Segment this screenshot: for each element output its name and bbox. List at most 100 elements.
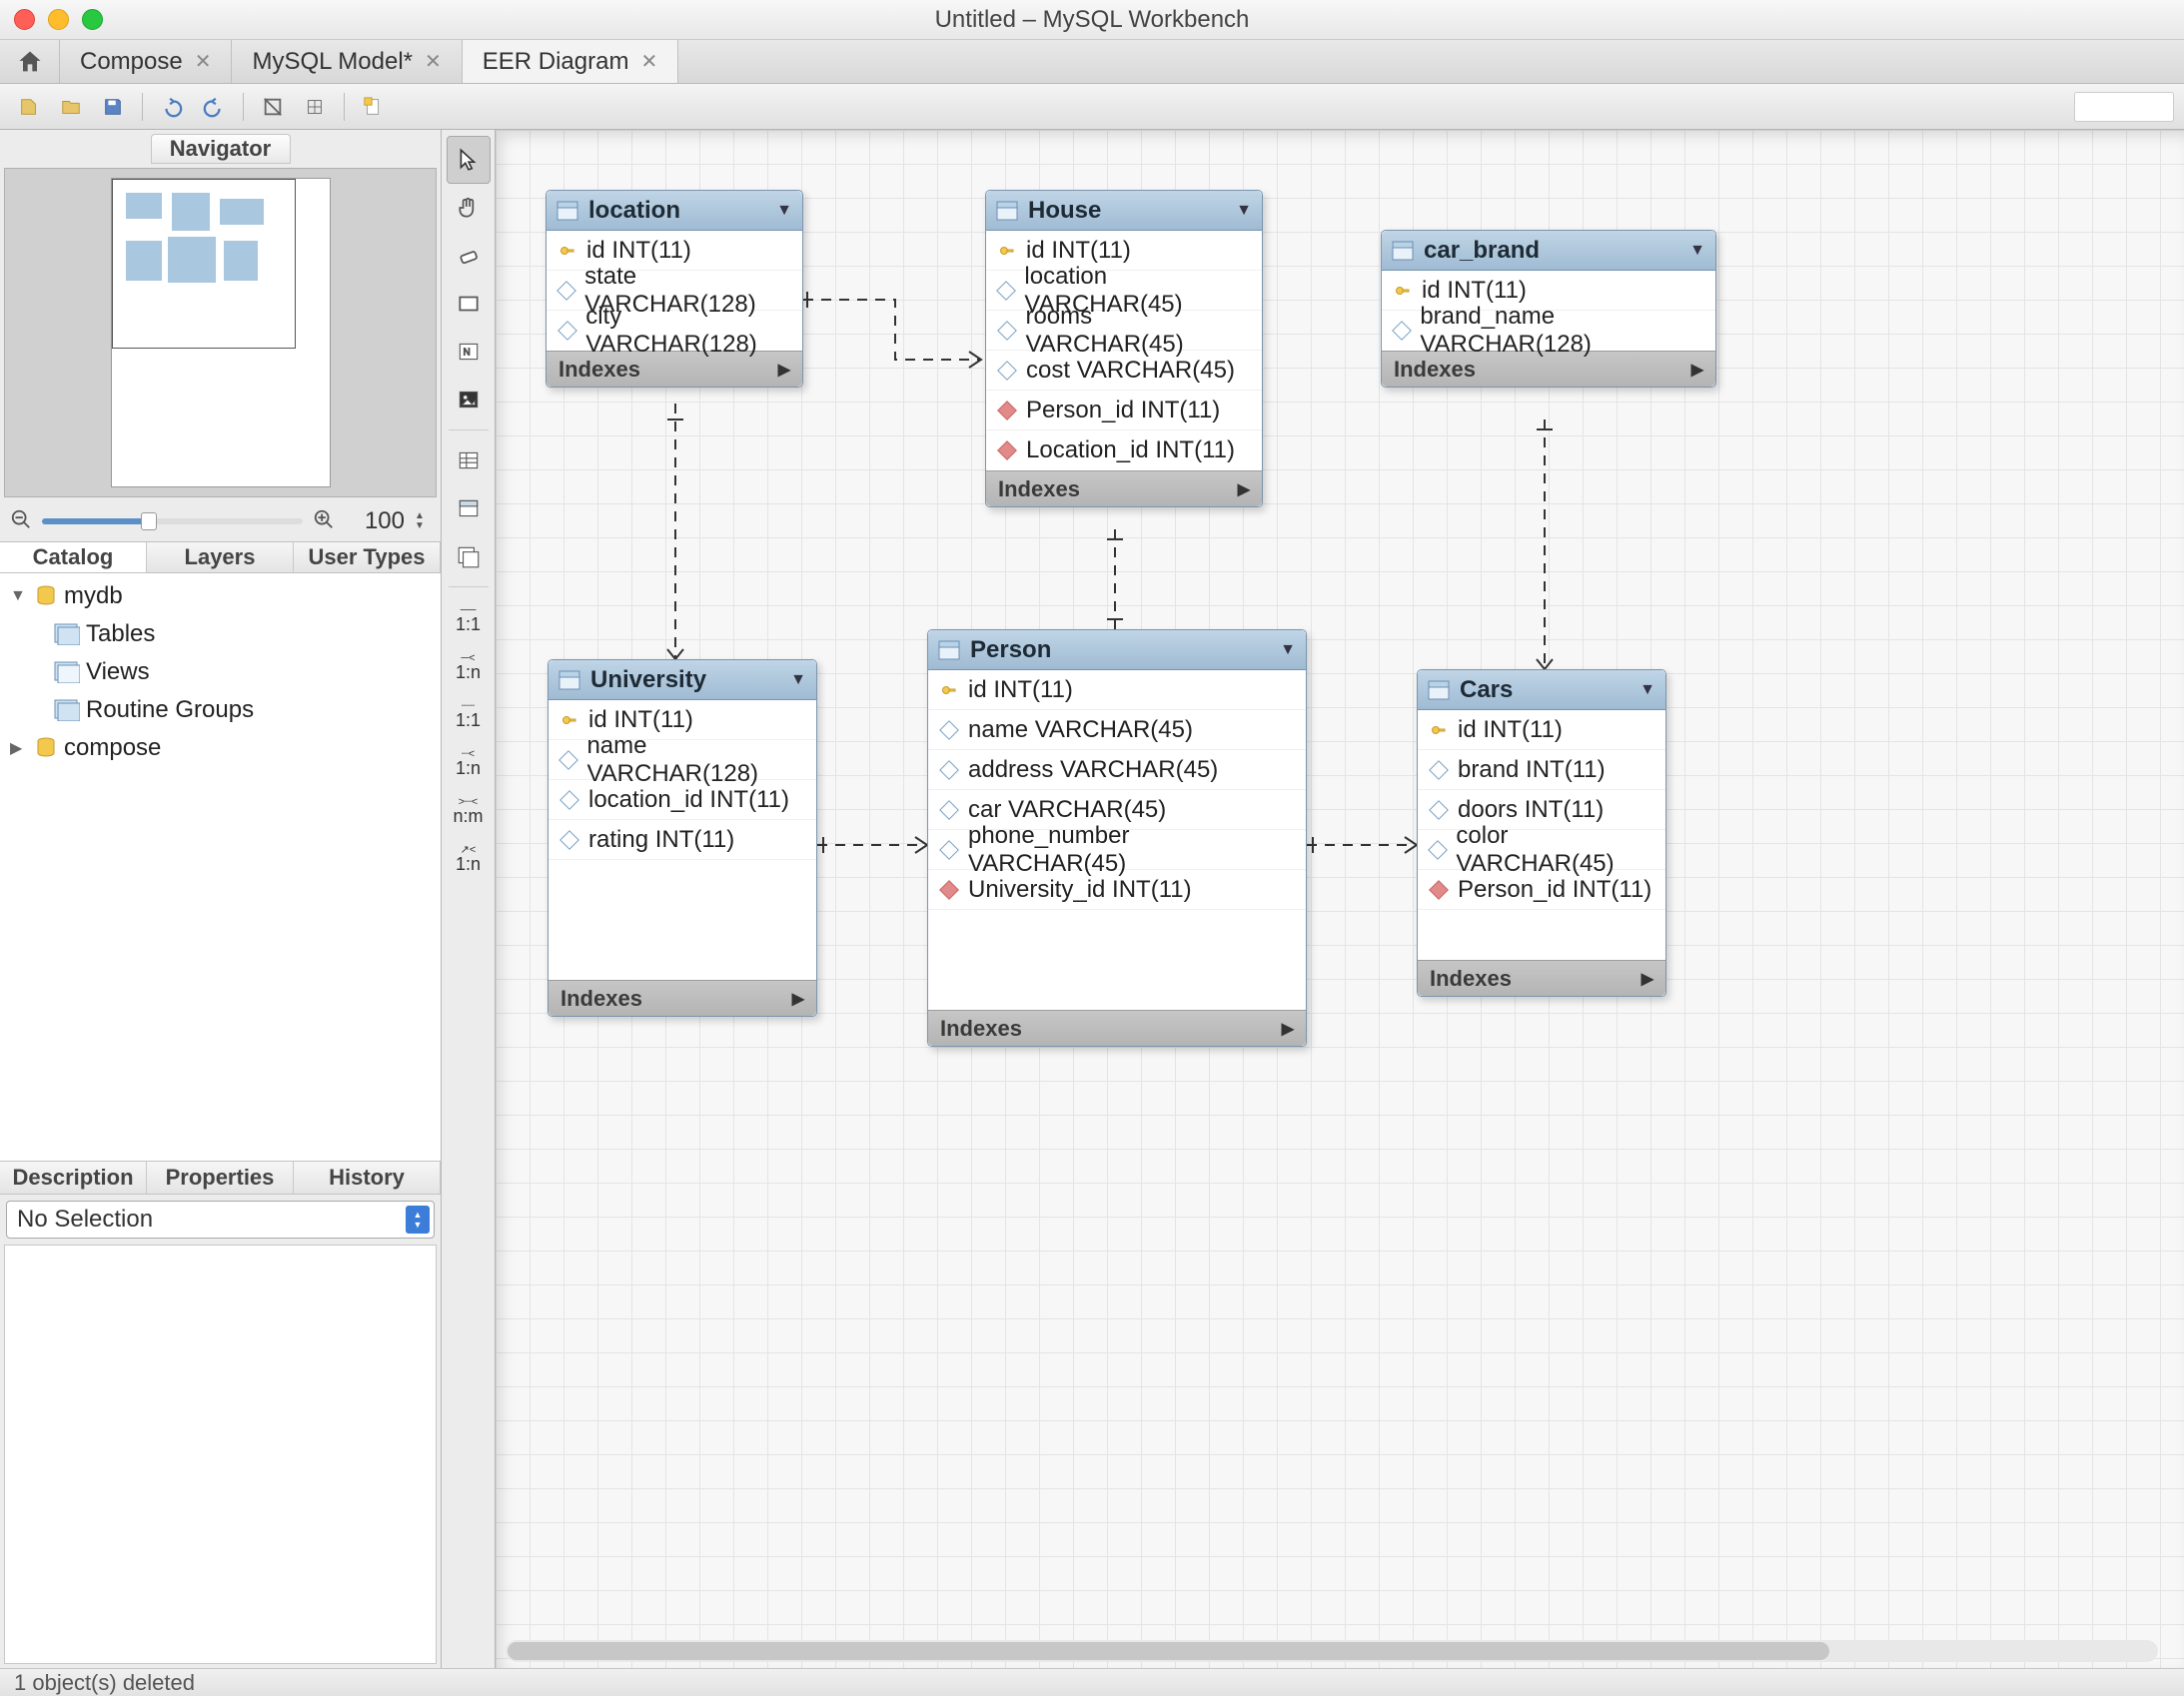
align-grid-button[interactable] — [296, 91, 334, 123]
tool-layer[interactable] — [447, 280, 491, 328]
sidebar-tab-description[interactable]: Description — [0, 1162, 147, 1194]
catalog-folder-tables[interactable]: Tables — [0, 615, 441, 653]
entity-location[interactable]: location ▼ id INT(11)state VARCHAR(128)c… — [546, 190, 803, 388]
entity-column[interactable]: id INT(11) — [928, 670, 1306, 710]
entity-university[interactable]: University ▼ id INT(11)name VARCHAR(128)… — [547, 659, 817, 1017]
zoom-in-icon[interactable] — [313, 508, 335, 535]
sidebar-tab-user-types[interactable]: User Types — [294, 542, 441, 572]
sidebar-tab-catalog[interactable]: Catalog — [0, 542, 147, 572]
zoom-window-button[interactable] — [82, 9, 103, 30]
entity-indexes-row[interactable]: Indexes ▶ — [928, 1010, 1306, 1046]
collapse-icon[interactable]: ▼ — [1236, 202, 1252, 220]
entity-column[interactable]: city VARCHAR(128) — [546, 311, 802, 351]
model-overview[interactable] — [4, 168, 437, 497]
tab-compose[interactable]: Compose ✕ — [60, 40, 232, 83]
expand-icon[interactable]: ▶ — [1282, 1019, 1294, 1039]
tool-relation-1-n-nonidentifying[interactable]: ┄<1:n — [447, 737, 491, 785]
tab-mysql-model[interactable]: MySQL Model* ✕ — [232, 40, 462, 83]
entity-column[interactable]: address VARCHAR(45) — [928, 750, 1306, 790]
vertical-scrollbar[interactable] — [2158, 140, 2180, 1638]
minimize-window-button[interactable] — [48, 9, 69, 30]
tool-pointer[interactable] — [447, 136, 491, 184]
entity-column[interactable]: rooms VARCHAR(45) — [986, 311, 1262, 351]
entity-column[interactable]: phone_number VARCHAR(45) — [928, 830, 1306, 870]
tool-relation-1-1-identifying[interactable]: ──1:1 — [447, 593, 491, 641]
catalog-tree[interactable]: ▼ mydb Tables Views Routine Groups ▶ com… — [0, 573, 441, 1161]
expand-icon[interactable]: ▶ — [792, 989, 804, 1009]
entity-column[interactable]: cost VARCHAR(45) — [986, 351, 1262, 391]
undo-button[interactable] — [153, 91, 191, 123]
entity-column[interactable]: brand_name VARCHAR(128) — [1382, 311, 1715, 351]
entity-indexes-row[interactable]: Indexes ▶ — [548, 980, 816, 1016]
home-tab[interactable] — [0, 40, 60, 83]
scrollbar-thumb[interactable] — [508, 1642, 1829, 1660]
tool-routine-group[interactable] — [447, 532, 491, 580]
expand-icon[interactable]: ▶ — [1691, 360, 1703, 380]
entity-column[interactable]: name VARCHAR(128) — [548, 740, 816, 780]
tool-note[interactable]: N — [447, 328, 491, 376]
entity-header[interactable]: University ▼ — [548, 660, 816, 700]
close-icon[interactable]: ✕ — [425, 49, 442, 74]
entity-indexes-row[interactable]: Indexes ▶ — [1418, 960, 1665, 996]
entity-column[interactable]: Person_id INT(11) — [1418, 870, 1665, 910]
tool-relation-1-n-identifying[interactable]: ─<1:n — [447, 641, 491, 689]
toolbar-search-box[interactable] — [2074, 92, 2174, 122]
entity-column[interactable]: Person_id INT(11) — [986, 391, 1262, 430]
zoom-slider[interactable] — [42, 518, 303, 524]
entity-car_brand[interactable]: car_brand ▼ id INT(11)brand_name VARCHAR… — [1381, 230, 1716, 388]
entity-column[interactable]: location_id INT(11) — [548, 780, 816, 820]
canvas-viewport[interactable]: location ▼ id INT(11)state VARCHAR(128)c… — [496, 130, 2184, 1668]
catalog-db-compose[interactable]: ▶ compose — [0, 729, 441, 767]
zoom-out-icon[interactable] — [10, 508, 32, 535]
expand-icon[interactable]: ▶ — [1238, 479, 1250, 499]
close-icon[interactable]: ✕ — [195, 49, 212, 74]
overview-viewport[interactable] — [112, 179, 296, 349]
save-button[interactable] — [94, 91, 132, 123]
entity-person[interactable]: Person ▼ id INT(11)name VARCHAR(45)addre… — [927, 629, 1307, 1047]
zoom-stepper[interactable]: ▲▼ — [415, 509, 431, 533]
new-document-button[interactable] — [355, 91, 393, 123]
entity-header[interactable]: location ▼ — [546, 191, 802, 231]
entity-column[interactable]: brand INT(11) — [1418, 750, 1665, 790]
collapse-icon[interactable]: ▼ — [1280, 641, 1296, 659]
horizontal-scrollbar[interactable] — [506, 1640, 2158, 1662]
open-file-button[interactable] — [52, 91, 90, 123]
entity-cars[interactable]: Cars ▼ id INT(11)brand INT(11)doors INT(… — [1417, 669, 1666, 997]
redo-button[interactable] — [195, 91, 233, 123]
sidebar-tab-properties[interactable]: Properties — [147, 1162, 294, 1194]
entity-column[interactable]: name VARCHAR(45) — [928, 710, 1306, 750]
tool-hand[interactable] — [447, 184, 491, 232]
catalog-db-mydb[interactable]: ▼ mydb — [0, 577, 441, 615]
collapse-icon[interactable]: ▼ — [1689, 242, 1705, 260]
close-icon[interactable]: ✕ — [640, 49, 657, 74]
expand-icon[interactable]: ▶ — [778, 360, 790, 380]
entity-header[interactable]: car_brand ▼ — [1382, 231, 1715, 271]
toggle-grid-button[interactable] — [254, 91, 292, 123]
collapse-icon[interactable]: ▼ — [776, 202, 792, 220]
navigator-tab[interactable]: Navigator — [151, 134, 291, 164]
entity-house[interactable]: House ▼ id INT(11)location VARCHAR(45)ro… — [985, 190, 1263, 507]
tool-relation-1-n-pick[interactable]: ↗<1:n — [447, 833, 491, 881]
eer-canvas[interactable]: location ▼ id INT(11)state VARCHAR(128)c… — [496, 130, 2184, 1668]
tool-image[interactable] — [447, 376, 491, 424]
tool-relation-1-1-nonidentifying[interactable]: ┄┄1:1 — [447, 689, 491, 737]
expand-icon[interactable]: ▶ — [1641, 969, 1653, 989]
tool-view[interactable] — [447, 484, 491, 532]
entity-column[interactable]: Location_id INT(11) — [986, 430, 1262, 470]
disclosure-triangle-icon[interactable]: ▼ — [10, 587, 28, 605]
zoom-slider-thumb[interactable] — [141, 512, 157, 530]
collapse-icon[interactable]: ▼ — [790, 671, 806, 689]
catalog-folder-routine-groups[interactable]: Routine Groups — [0, 691, 441, 729]
sidebar-tab-history[interactable]: History — [294, 1162, 441, 1194]
catalog-folder-views[interactable]: Views — [0, 653, 441, 691]
entity-column[interactable]: rating INT(11) — [548, 820, 816, 860]
entity-header[interactable]: House ▼ — [986, 191, 1262, 231]
new-file-button[interactable] — [10, 91, 48, 123]
entity-header[interactable]: Cars ▼ — [1418, 670, 1665, 710]
entity-column[interactable]: id INT(11) — [1418, 710, 1665, 750]
tool-eraser[interactable] — [447, 232, 491, 280]
sidebar-tab-layers[interactable]: Layers — [147, 542, 294, 572]
close-window-button[interactable] — [14, 9, 35, 30]
dropdown-caret-icon[interactable] — [406, 1206, 430, 1234]
tab-eer-diagram[interactable]: EER Diagram ✕ — [463, 40, 678, 83]
